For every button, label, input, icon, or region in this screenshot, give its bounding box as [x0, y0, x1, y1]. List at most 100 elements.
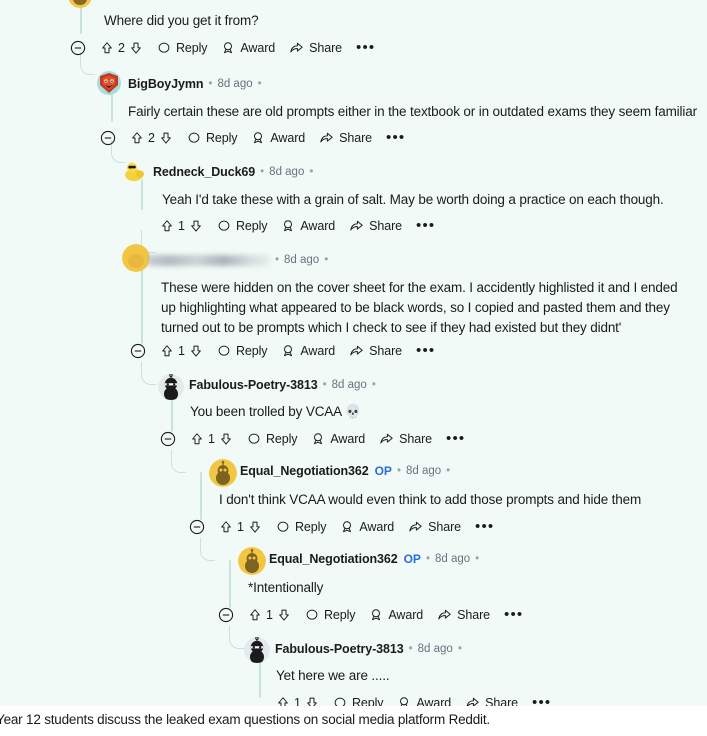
more-options-button[interactable]: •••	[446, 431, 465, 446]
author-username[interactable]: Fabulous-Poetry-3813	[275, 642, 404, 656]
more-options-button[interactable]: •••	[416, 218, 435, 233]
comment-author-row: Fabulous-Poetry-3813 • 8d ago •	[189, 376, 376, 394]
award-button[interactable]: Award	[340, 517, 394, 537]
collapse-minus-circle-icon	[100, 130, 116, 146]
collapse-button[interactable]	[100, 128, 116, 148]
award-button[interactable]: Award	[281, 216, 335, 236]
upvote-arrow-icon[interactable]	[248, 608, 262, 622]
author-username[interactable]: Redneck_Duck69	[153, 165, 255, 179]
author-username[interactable]: BigBoyJymn	[128, 77, 204, 91]
separator-dot-2: •	[309, 166, 314, 178]
comment-author-row: • 8d ago •	[148, 251, 328, 269]
author-username[interactable]: Equal_Negotiation362	[240, 464, 369, 478]
separator-dot: •	[275, 254, 280, 266]
reply-button[interactable]: Reply	[305, 605, 356, 625]
avatar-redneck-duck[interactable]	[122, 159, 146, 183]
upvote-arrow-icon[interactable]	[219, 520, 233, 534]
comment-1: Where did you get it from? 2 Reply Award…	[0, 0, 707, 62]
upvote-arrow-icon[interactable]	[160, 344, 174, 358]
vote-group: 2	[100, 38, 143, 58]
reply-label: Reply	[175, 41, 208, 55]
downvote-arrow-icon[interactable]	[277, 608, 291, 622]
share-button[interactable]: Share	[379, 429, 432, 449]
author-username-redacted[interactable]	[148, 254, 270, 266]
reply-label: Reply	[351, 696, 384, 706]
vote-score: 1	[237, 520, 244, 534]
upvote-arrow-icon[interactable]	[276, 696, 290, 706]
figure-caption-bar: Year 12 students discuss the leaked exam…	[0, 706, 707, 736]
award-medal-icon	[284, 220, 293, 232]
share-label: Share	[369, 344, 402, 358]
more-options-button[interactable]: •••	[386, 130, 405, 145]
upvote-arrow-icon[interactable]	[160, 219, 174, 233]
avatar-equal-negotiation[interactable]	[238, 547, 266, 575]
reply-button[interactable]: Reply	[187, 128, 238, 148]
avatar-fabulous-poetry[interactable]	[158, 374, 184, 400]
vote-group: 1	[160, 341, 203, 361]
collapse-button[interactable]	[70, 38, 86, 58]
share-button[interactable]: Share	[465, 693, 518, 706]
more-options-button[interactable]: •••	[532, 695, 551, 706]
more-options-button[interactable]: •••	[504, 607, 523, 622]
award-medal-icon	[254, 132, 263, 144]
comment-8: Fabulous-Poetry-3813 • 8d ago • Yet here…	[0, 632, 707, 706]
downvote-arrow-icon[interactable]	[189, 219, 203, 233]
reply-button[interactable]: Reply	[333, 693, 384, 706]
collapse-button[interactable]	[218, 605, 234, 625]
share-button[interactable]: Share	[349, 216, 402, 236]
collapse-button[interactable]	[189, 517, 205, 537]
share-button[interactable]: Share	[408, 517, 461, 537]
downvote-arrow-icon[interactable]	[248, 520, 262, 534]
comment-body: Where did you get it from?	[104, 13, 259, 28]
downvote-arrow-icon[interactable]	[129, 41, 143, 55]
reply-button[interactable]: Reply	[217, 216, 268, 236]
reply-label: Reply	[323, 608, 356, 622]
more-options-button[interactable]: •••	[475, 519, 494, 534]
reply-label: Reply	[235, 344, 268, 358]
upvote-arrow-icon[interactable]	[100, 41, 114, 55]
award-button[interactable]: Award	[251, 128, 305, 148]
reply-button[interactable]: Reply	[157, 38, 208, 58]
share-button[interactable]: Share	[349, 341, 402, 361]
award-label: Award	[359, 520, 395, 534]
comment-bubble-icon	[334, 697, 346, 706]
avatar-fabulous-poetry[interactable]	[244, 637, 270, 663]
upvote-arrow-icon[interactable]	[130, 131, 144, 145]
op-badge: OP	[403, 552, 421, 566]
award-button[interactable]: Award	[369, 605, 423, 625]
share-arrow-icon	[409, 521, 422, 532]
more-options-button[interactable]: •••	[416, 343, 435, 358]
share-button[interactable]: Share	[437, 605, 490, 625]
reply-button[interactable]: Reply	[247, 429, 298, 449]
collapse-button[interactable]	[160, 429, 176, 449]
reply-button[interactable]: Reply	[217, 341, 268, 361]
collapse-minus-circle-icon	[70, 40, 86, 56]
award-button[interactable]: Award	[311, 429, 365, 449]
share-button[interactable]: Share	[319, 128, 372, 148]
downvote-arrow-icon[interactable]	[219, 432, 233, 446]
vote-score: 2	[148, 131, 155, 145]
award-label: Award	[270, 131, 306, 145]
downvote-arrow-icon[interactable]	[189, 344, 203, 358]
downvote-arrow-icon[interactable]	[305, 696, 319, 706]
reply-button[interactable]: Reply	[276, 517, 327, 537]
share-button[interactable]: Share	[289, 38, 342, 58]
avatar-equal-negotiation[interactable]	[209, 459, 237, 487]
collapse-button[interactable]	[130, 341, 146, 361]
avatar-redacted-user[interactable]	[122, 244, 150, 272]
collapse-minus-circle-icon	[189, 519, 205, 535]
award-button[interactable]: Award	[281, 341, 335, 361]
more-options-button[interactable]: •••	[356, 40, 375, 55]
upvote-arrow-icon[interactable]	[190, 432, 204, 446]
award-button[interactable]: Award	[221, 38, 275, 58]
comment-bubble-icon	[188, 132, 200, 143]
comment-author-row: Redneck_Duck69 • 8d ago •	[153, 163, 313, 181]
award-button[interactable]: Award	[397, 693, 451, 706]
vote-score: 1	[178, 344, 185, 358]
separator-dot: •	[425, 553, 430, 565]
avatar-bigboyjymn[interactable]	[97, 71, 121, 95]
downvote-arrow-icon[interactable]	[159, 131, 173, 145]
author-username[interactable]: Equal_Negotiation362	[269, 552, 398, 566]
award-label: Award	[300, 219, 336, 233]
author-username[interactable]: Fabulous-Poetry-3813	[189, 378, 318, 392]
